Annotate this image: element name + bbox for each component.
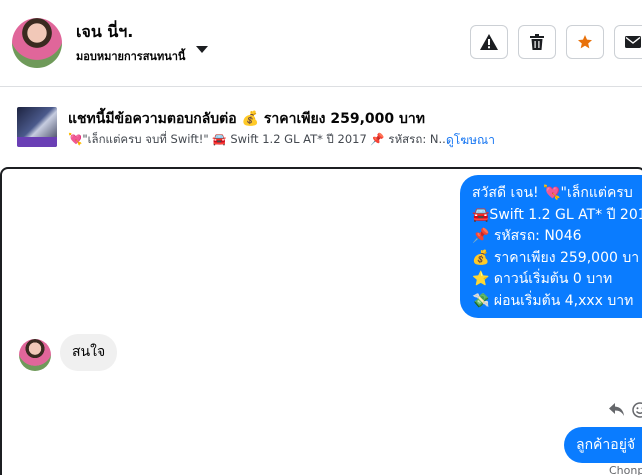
outgoing-message-bubble[interactable]: ลูกค้าอยู่จั (564, 427, 642, 463)
chevron-down-icon[interactable] (196, 46, 208, 53)
incoming-message-bubble[interactable]: สนใจ (60, 334, 118, 371)
ad-thumbnail[interactable] (17, 107, 57, 147)
message-line: 📌 รหัสรถ: N046 (472, 228, 582, 244)
message-line: ⭐ ดาวน์เริ่มต้น 0 บาท (472, 271, 613, 287)
warning-icon (480, 34, 498, 50)
mail-button[interactable] (614, 25, 642, 59)
star-icon (578, 35, 592, 49)
view-ad-link[interactable]: ดูโฆษณา (446, 131, 495, 150)
ad-context-banner: แชทนี้มีข้อความตอบกลับต่อ 💰 ราคาเพียง 25… (0, 88, 642, 166)
contact-avatar-small[interactable] (19, 339, 51, 371)
emoji-reaction-icon[interactable] (632, 402, 642, 418)
contact-name[interactable]: เจน นี่ฯ. (76, 20, 133, 45)
ad-description: 💘"เล็กแต่ครบ จบที่ Swift!" 🚘 Swift 1.2 G… (68, 132, 450, 146)
conversation-thread: สวัสดี เจน! 💘"เล็กแต่ครบ 🚘Swift 1.2 GL A… (0, 167, 642, 475)
sender-label: Chonp (609, 464, 642, 475)
trash-icon (530, 34, 544, 50)
message-line: 💰 ราคาเพียง 259,000 บา (472, 249, 640, 266)
delete-button[interactable] (518, 25, 556, 59)
envelope-icon (625, 36, 641, 48)
assign-conversation-dropdown[interactable]: มอบหมายการสนทนานี้ (76, 47, 185, 65)
contact-avatar[interactable] (12, 18, 62, 68)
message-line: 🚘Swift 1.2 GL AT* ปี 201 (472, 206, 642, 223)
messenger-window: เจน นี่ฯ. มอบหมายการสนทนานี้ แชทนี้มีข้อ… (0, 0, 642, 475)
ad-title: แชทนี้มีข้อความตอบกลับต่อ 💰 ราคาเพียง 25… (68, 111, 426, 127)
message-line: 💸 ผ่อนเริ่มต้น 4,xxx บาท (472, 292, 634, 309)
message-line: สวัสดี เจน! 💘"เล็กแต่ครบ (472, 185, 633, 201)
outgoing-message-bubble[interactable]: สวัสดี เจน! 💘"เล็กแต่ครบ 🚘Swift 1.2 GL A… (460, 175, 642, 318)
reply-icon[interactable] (609, 403, 625, 417)
conversation-header: เจน นี่ฯ. มอบหมายการสนทนานี้ (0, 0, 642, 87)
report-button[interactable] (470, 25, 508, 59)
star-button[interactable] (566, 25, 604, 59)
